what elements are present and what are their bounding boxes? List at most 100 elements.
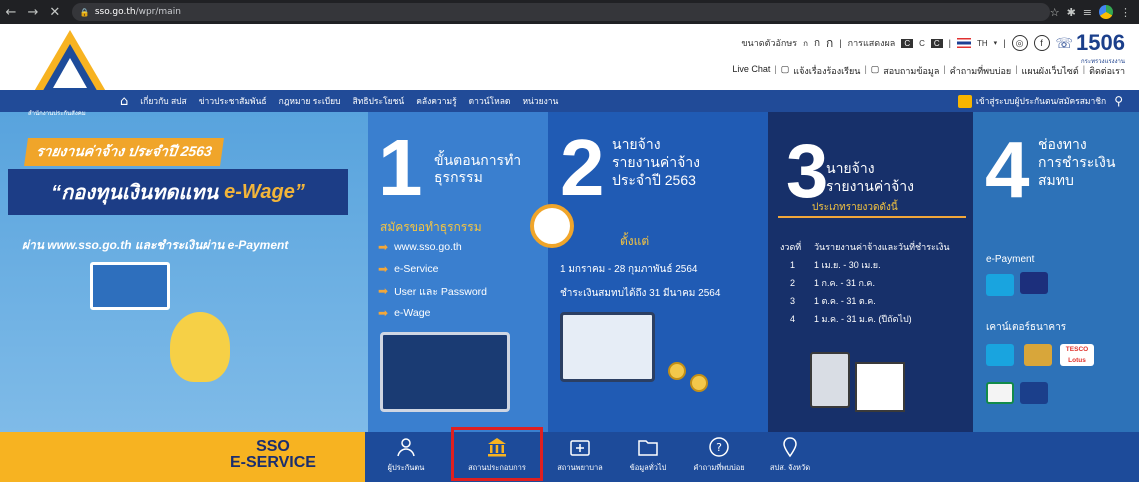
tax-form-illustration bbox=[855, 362, 905, 412]
ewage-banner[interactable]: รายงานค่าจ้าง ประจำปี 2563 “กองทุนเงินทด… bbox=[0, 112, 1139, 432]
eservice-hospital[interactable]: สถานพยาบาล bbox=[544, 436, 616, 480]
accessibility-bar: ขนาดตัวอักษร ก ก ก | การแสดงผล C C C | T… bbox=[741, 30, 1125, 66]
display-label: การแสดงผล bbox=[847, 38, 896, 48]
step4-number: 4 bbox=[985, 125, 1030, 214]
chevron-down-icon: ▾ bbox=[993, 40, 998, 47]
step2-title-line1: นายจ้าง bbox=[612, 136, 661, 152]
star-icon[interactable]: ☆ bbox=[1050, 6, 1060, 19]
profile-avatar[interactable] bbox=[1099, 5, 1113, 19]
address-bar[interactable]: 🔒 sso.go.th /wpr/main bbox=[71, 3, 1050, 21]
screen-illustration bbox=[90, 262, 170, 310]
schedule-table: งวดที่ วันรายงานค่าจ้างและวันที่ชำระเงิน … bbox=[780, 238, 950, 328]
eservice-faq[interactable]: ? คำถามที่พบบ่อย bbox=[683, 436, 755, 480]
seven-eleven-logo bbox=[986, 382, 1014, 404]
ktb-counter-logo bbox=[986, 344, 1014, 366]
font-size-medium[interactable]: ก bbox=[814, 36, 820, 51]
step4-title-line2: การชำระเงิน bbox=[1038, 154, 1116, 170]
main-navbar: ⌂ เกี่ยวกับ สปส ข่าวประชาสัมพันธ์ กฎหมาย… bbox=[110, 90, 1139, 112]
step3-title-line1: นายจ้าง bbox=[826, 160, 875, 176]
person-icon bbox=[397, 438, 415, 457]
home-icon[interactable]: ⌂ bbox=[120, 94, 128, 109]
alarm-clock-illustration bbox=[530, 204, 574, 248]
step3-title-line2: รายงานค่าจ้าง bbox=[826, 178, 914, 194]
nav-download[interactable]: ดาวน์โหลด bbox=[469, 94, 511, 108]
selection-highlight bbox=[451, 427, 543, 481]
close-icon[interactable]: ✕ bbox=[44, 5, 66, 20]
forward-icon[interactable]: → bbox=[22, 5, 44, 20]
map-marker-icon bbox=[783, 437, 797, 458]
contact-link[interactable]: ติดต่อเรา bbox=[1089, 64, 1125, 78]
nav-knowledge[interactable]: คลังความรู้ bbox=[416, 94, 456, 108]
list-item: ➡ User และ Password bbox=[378, 284, 488, 298]
logo-caption: สำนักงานประกันสังคม bbox=[28, 111, 86, 117]
table-row: 21 ก.ค. - 31 ก.ค. bbox=[790, 278, 875, 288]
url-path: /wpr/main bbox=[135, 7, 181, 17]
kebab-menu-icon[interactable]: ⋮ bbox=[1120, 6, 1131, 19]
inquiry-link[interactable]: สอบถามข้อมูล bbox=[883, 64, 939, 78]
list-item: ➡ www.sso.go.th bbox=[378, 240, 462, 254]
calculator-illustration bbox=[810, 352, 850, 408]
ktb-bank-logo bbox=[986, 274, 1014, 296]
contrast-dark-button[interactable]: C bbox=[901, 38, 914, 48]
nav-law[interactable]: กฎหมาย ระเบียบ bbox=[279, 94, 341, 108]
hotline-number: 1506 bbox=[1076, 30, 1125, 55]
eservice-provincial-office[interactable]: สปส. จังหวัด bbox=[754, 436, 826, 480]
facebook-icon[interactable]: f bbox=[1033, 35, 1050, 51]
step4-title-line3: สมทบ bbox=[1038, 172, 1074, 188]
bank-counter-label: เคาน์เตอร์ธนาคาร bbox=[986, 322, 1067, 333]
laptop-chart-illustration bbox=[560, 312, 655, 382]
hotline[interactable]: ☏ 1506 กระทรวงแรงงาน bbox=[1055, 30, 1125, 66]
counter-service-logo bbox=[1020, 382, 1048, 404]
font-size-large[interactable]: ก bbox=[826, 34, 833, 53]
eservice-insured-person[interactable]: ผู้ประกันตน bbox=[370, 436, 442, 480]
nav-benefits[interactable]: สิทธิประโยชน์ bbox=[353, 94, 405, 108]
question-circle-icon: ? bbox=[709, 437, 729, 457]
epayment-label: e-Payment bbox=[986, 254, 1035, 265]
arrow-right-icon: ➡ bbox=[378, 284, 389, 298]
eservice-general-info[interactable]: ข้อมูลทั่วไป bbox=[612, 436, 684, 480]
chat-bubble-icon: ▢ bbox=[780, 64, 790, 74]
table-row: 11 เม.ย. - 30 เม.ย. bbox=[790, 260, 881, 270]
complaint-link[interactable]: แจ้งเรื่องร้องเรียน bbox=[793, 64, 860, 78]
svg-text:?: ? bbox=[716, 441, 722, 454]
step2-title-line3: ประจำปี 2563 bbox=[612, 172, 696, 188]
nav-news[interactable]: ข่าวประชาสัมพันธ์ bbox=[199, 94, 267, 108]
login-link[interactable]: เข้าสู่ระบบผู้ประกันตน/สมัครสมาชิก bbox=[957, 94, 1106, 108]
site-header: ขนาดตัวอักษร ก ก ก | การแสดงผล C C C | T… bbox=[0, 24, 1139, 100]
eservice-brand[interactable]: SSO E-SERVICE bbox=[230, 439, 316, 471]
laptop-illustration bbox=[380, 332, 510, 412]
contrast-normal-button[interactable]: C bbox=[919, 39, 925, 48]
table-row: 41 ม.ค. - 31 ม.ค. (ปีถัดไป) bbox=[790, 314, 912, 324]
contrast-high-button[interactable]: C bbox=[930, 38, 943, 48]
step1-title: ขั้นตอนการทำธุรกรรม bbox=[434, 152, 522, 185]
search-icon[interactable]: ⚲ bbox=[1114, 94, 1123, 108]
schedule-title: ประเภทรายงวดดังนี้ bbox=[812, 202, 898, 213]
extensions-icon[interactable]: ✱ bbox=[1067, 6, 1076, 19]
coin-icon bbox=[690, 374, 708, 392]
banner-tagline: ผ่าน www.sso.go.th และชำระเงินผ่าน e-Pay… bbox=[22, 238, 289, 252]
nav-about[interactable]: เกี่ยวกับ สปส bbox=[140, 94, 186, 108]
step2-title-line2: รายงานค่าจ้าง bbox=[612, 154, 700, 170]
menu-list-icon[interactable]: ≡ bbox=[1083, 6, 1092, 19]
instagram-icon[interactable]: ◎ bbox=[1011, 35, 1028, 51]
phone-icon: ☏ bbox=[1055, 34, 1074, 51]
step3-number: 3 bbox=[786, 129, 829, 214]
sitemap-link[interactable]: แผนผังเว็บไซต์ bbox=[1022, 64, 1079, 78]
gsb-logo bbox=[1024, 344, 1052, 366]
step1-subtitle: สมัครขอทำธุรกรรม bbox=[380, 220, 482, 234]
font-size-small[interactable]: ก bbox=[803, 37, 808, 50]
arrow-right-icon: ➡ bbox=[378, 306, 389, 320]
nav-agency[interactable]: หน่วยงาน bbox=[522, 94, 558, 108]
folder-icon bbox=[638, 440, 658, 456]
url-host: sso.go.th bbox=[94, 7, 136, 17]
medical-kit-icon bbox=[570, 440, 590, 456]
table-header: งวดที่ วันรายงานค่าจ้างและวันที่ชำระเงิน bbox=[780, 242, 950, 252]
table-row: 31 ต.ค. - 31 ต.ค. bbox=[790, 296, 876, 306]
back-icon[interactable]: ← bbox=[0, 5, 22, 20]
faq-link[interactable]: คำถามที่พบบ่อย bbox=[950, 64, 1011, 78]
language-select[interactable]: TH bbox=[977, 39, 988, 48]
live-chat-link[interactable]: Live Chat bbox=[732, 64, 770, 78]
list-item: ➡ e-Wage bbox=[378, 306, 431, 320]
coin-icon bbox=[668, 362, 686, 380]
step4-title-line1: ช่องทาง bbox=[1038, 136, 1087, 152]
